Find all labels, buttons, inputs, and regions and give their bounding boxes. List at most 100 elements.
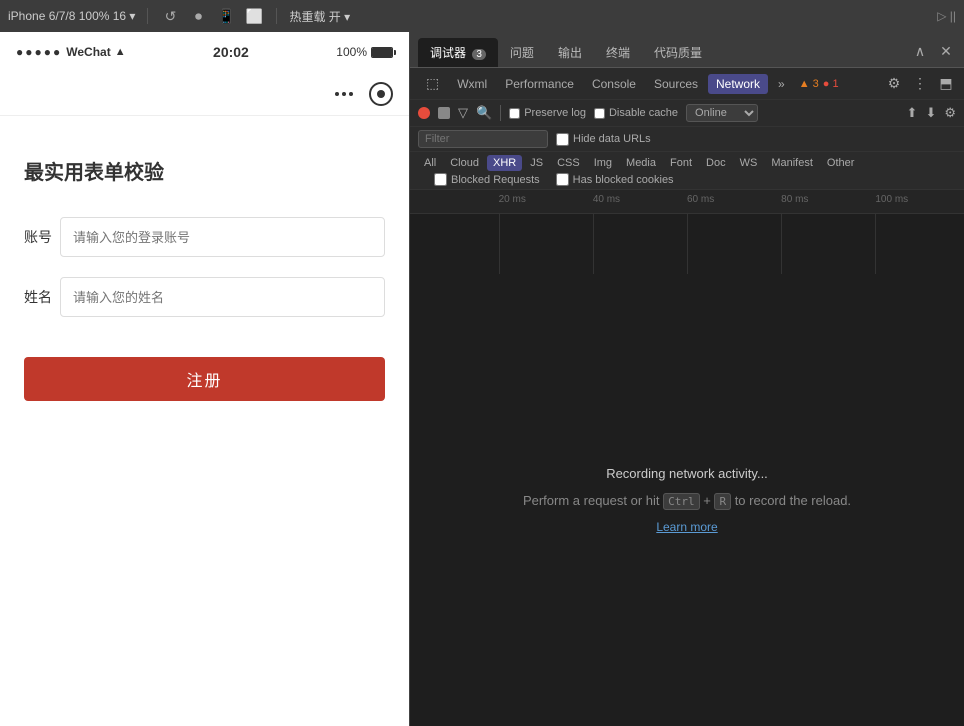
close-icon[interactable]: ✕: [936, 41, 956, 61]
tab-debugger[interactable]: 调试器 3: [418, 38, 498, 67]
action-dots[interactable]: [335, 92, 353, 96]
subtab-wxml[interactable]: Wxml: [449, 74, 495, 94]
type-font[interactable]: Font: [664, 155, 698, 171]
window-icon[interactable]: ⬜: [244, 6, 264, 26]
hide-data-urls-label[interactable]: Hide data URLs: [556, 133, 651, 146]
camera-btn[interactable]: [369, 82, 393, 106]
hotreload-label[interactable]: 热重载 开 ▾: [289, 8, 350, 25]
stop-button[interactable]: [438, 107, 450, 119]
type-doc[interactable]: Doc: [700, 155, 732, 171]
subtab-more[interactable]: »: [770, 74, 793, 94]
timeline-grid: [410, 214, 964, 274]
vline3: [687, 214, 688, 274]
type-filter-row: All Cloud XHR JS CSS Img Media Font Doc …: [410, 152, 964, 190]
hide-data-urls-checkbox[interactable]: [556, 133, 569, 146]
subtab-sources[interactable]: Sources: [646, 74, 706, 94]
filter-icon[interactable]: ▽: [458, 105, 468, 121]
search-icon[interactable]: 🔍: [476, 105, 492, 121]
tab-output[interactable]: 输出: [546, 38, 594, 67]
inspector-icon[interactable]: ⬚: [418, 72, 447, 95]
disable-cache-checkbox[interactable]: [594, 108, 605, 119]
blocked-requests-text: Blocked Requests: [451, 174, 540, 186]
import-icon[interactable]: ⬆: [907, 105, 918, 121]
type-manifest[interactable]: Manifest: [765, 155, 819, 171]
battery-percent: 100%: [336, 45, 367, 59]
tick-60ms: 60 ms: [687, 194, 714, 205]
dot1: [335, 92, 339, 96]
recording-subtitle: Perform a request or hit Ctrl + R to rec…: [523, 493, 851, 508]
toolbar-separator2: [276, 8, 277, 24]
tab-debugger-badge: 3: [472, 49, 486, 60]
devtools-toggle[interactable]: ▷ ||: [937, 9, 956, 23]
type-js[interactable]: JS: [524, 155, 549, 171]
type-img[interactable]: Img: [588, 155, 618, 171]
has-blocked-cookies-checkbox[interactable]: [556, 173, 569, 186]
learn-more-link[interactable]: Learn more: [656, 520, 717, 534]
type-ws[interactable]: WS: [734, 155, 764, 171]
filter-input[interactable]: [418, 130, 548, 148]
vline1: [499, 214, 500, 274]
tab-debugger-label: 调试器: [430, 46, 466, 60]
disable-cache-text: Disable cache: [609, 107, 678, 119]
toolbar-separator: [147, 8, 148, 24]
wifi-icon: ▲: [115, 46, 126, 58]
tab-issues[interactable]: 问题: [498, 38, 546, 67]
empty-state: Recording network activity... Perform a …: [410, 274, 964, 726]
recording-title: Recording network activity...: [606, 466, 768, 481]
device-icon[interactable]: 📱: [216, 6, 236, 26]
network-subtabs: ⬚ Wxml Performance Console Sources Netwo…: [410, 68, 964, 100]
settings-icon[interactable]: ⚙: [884, 74, 904, 94]
name-input[interactable]: [60, 277, 385, 317]
collapse-icon[interactable]: ∧: [910, 41, 930, 61]
record-button[interactable]: [418, 107, 430, 119]
type-other[interactable]: Other: [821, 155, 861, 171]
ctrl-key: Ctrl: [663, 493, 700, 510]
tab-quality-label: 代码质量: [654, 46, 702, 60]
type-css[interactable]: CSS: [551, 155, 586, 171]
devtools-panel: 调试器 3 问题 输出 终端 代码质量 ∧ ✕: [410, 32, 964, 726]
phone-actions-bar: [0, 72, 409, 116]
tab-terminal[interactable]: 终端: [594, 38, 642, 67]
subtab-console[interactable]: Console: [584, 74, 644, 94]
record-icon[interactable]: ⏺: [188, 6, 208, 26]
blocked-requests-checkbox[interactable]: [434, 173, 447, 186]
preserve-log-checkbox[interactable]: [509, 108, 520, 119]
type-all[interactable]: All: [418, 155, 442, 171]
name-label: 姓名: [24, 287, 60, 307]
battery-fill: [372, 48, 392, 57]
tick-100ms: 100 ms: [875, 194, 908, 205]
preserve-log-text: Preserve log: [524, 107, 586, 119]
export-icon[interactable]: ⬇: [925, 105, 936, 121]
has-blocked-cookies-label[interactable]: Has blocked cookies: [556, 173, 674, 186]
timeline-header: 20 ms 40 ms 60 ms 80 ms 100 ms: [410, 190, 964, 214]
vline4: [781, 214, 782, 274]
dock-icon[interactable]: ⬒: [936, 74, 956, 94]
more-icon[interactable]: ⋮: [910, 74, 930, 94]
device-label[interactable]: iPhone 6/7/8 100% 16 ▾: [8, 9, 135, 23]
camera-inner: [377, 90, 385, 98]
throttle-select[interactable]: Online Fast 3G Slow 3G Offline: [686, 104, 758, 122]
reload-icon[interactable]: ↺: [160, 6, 180, 26]
toolbar-sep1: [500, 105, 501, 121]
type-xhr[interactable]: XHR: [487, 155, 522, 171]
main-area: ●●●●● WeChat ▲ 20:02 100%: [0, 32, 964, 726]
phone-panel: ●●●●● WeChat ▲ 20:02 100%: [0, 32, 410, 726]
subtab-performance[interactable]: Performance: [497, 74, 582, 94]
carrier-label: WeChat: [66, 45, 110, 59]
tab-terminal-label: 终端: [606, 46, 630, 60]
name-field-group: 姓名: [24, 277, 385, 317]
register-button[interactable]: 注册: [24, 357, 385, 401]
tab-quality[interactable]: 代码质量: [642, 38, 714, 67]
disable-cache-label[interactable]: Disable cache: [594, 107, 678, 119]
blocked-requests-label[interactable]: Blocked Requests: [434, 173, 540, 186]
type-media[interactable]: Media: [620, 155, 662, 171]
tick-40ms: 40 ms: [593, 194, 620, 205]
subtab-network[interactable]: Network: [708, 74, 768, 94]
vline5: [875, 214, 876, 274]
status-right: 100%: [336, 45, 393, 59]
preserve-log-label[interactable]: Preserve log: [509, 107, 586, 119]
type-cloud[interactable]: Cloud: [444, 155, 485, 171]
signal-dots: ●●●●●: [16, 45, 62, 59]
network-settings-icon[interactable]: ⚙: [944, 105, 956, 121]
account-input[interactable]: [60, 217, 385, 257]
